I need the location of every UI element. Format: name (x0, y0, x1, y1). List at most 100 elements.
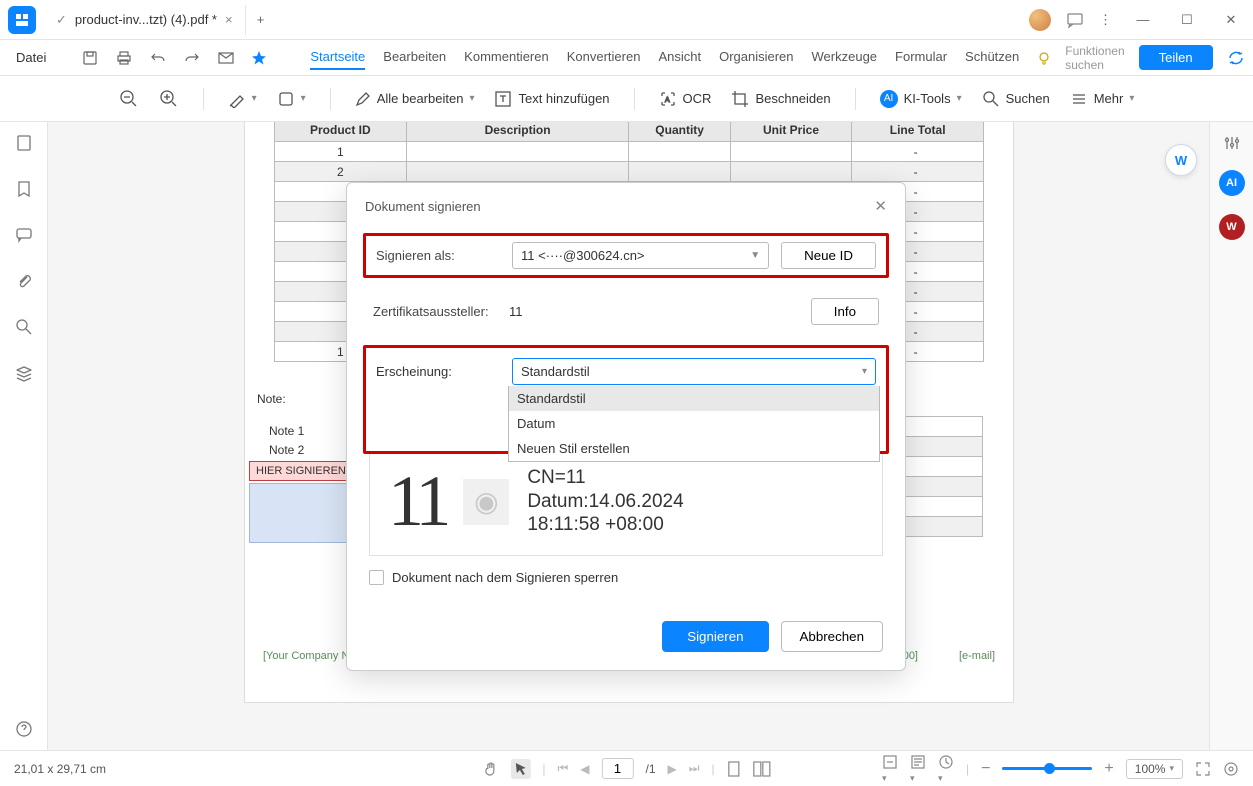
dropdown-option-datum[interactable]: Datum (509, 411, 879, 436)
issuer-label: Zertifikatsaussteller: (373, 304, 497, 319)
search-button[interactable]: Suchen (982, 90, 1050, 108)
shape-icon[interactable]: ▾ (277, 90, 306, 108)
chevron-down-icon: ▾ (862, 366, 867, 377)
zoom-slider[interactable] (1002, 767, 1092, 770)
sign-as-label: Signieren als: (376, 248, 500, 263)
tab-check-icon: ✓ (56, 12, 67, 28)
minimize-button[interactable]: — (1129, 12, 1157, 27)
zoom-in-button[interactable]: + (1104, 760, 1113, 778)
maximize-button[interactable]: ☐ (1173, 12, 1201, 28)
ribbon-tabs: Startseite Bearbeiten Kommentieren Konve… (310, 45, 1019, 70)
titlebar: ✓ product-inv...tzt) (4).pdf * × + ⋮ — ☐… (0, 0, 1253, 40)
issuer-value: 11 (509, 304, 799, 319)
add-text-button[interactable]: Text hinzufügen (494, 90, 609, 108)
ai-panel-icon[interactable]: AI (1219, 170, 1245, 196)
page-size: 21,01 x 29,71 cm (14, 762, 106, 776)
dropdown-option-standard[interactable]: Standardstil (509, 386, 879, 411)
attachments-icon[interactable] (15, 272, 33, 290)
bookmarks-icon[interactable] (15, 180, 33, 198)
document-tab[interactable]: ✓ product-inv...tzt) (4).pdf * × (44, 5, 246, 35)
sign-document-dialog: Dokument signieren ✕ Signieren als: 11 <… (346, 182, 906, 671)
ocr-button[interactable]: A OCR (659, 90, 712, 108)
close-window-button[interactable]: ✕ (1217, 12, 1245, 28)
cancel-button[interactable]: Abbrechen (781, 621, 883, 652)
page-number-input[interactable] (601, 758, 633, 779)
function-search[interactable]: Funktionen suchen (1065, 44, 1124, 72)
zoom-in-icon[interactable] (159, 89, 179, 109)
help-icon[interactable] (15, 720, 33, 738)
app-logo[interactable] (8, 6, 36, 34)
left-sidebar (0, 122, 48, 750)
redo-icon[interactable] (184, 50, 200, 66)
tab-werkzeuge[interactable]: Werkzeuge (812, 45, 878, 70)
zoom-out-icon[interactable] (119, 89, 139, 109)
settings-icon[interactable] (1223, 134, 1241, 152)
view-mode-icon[interactable]: ▾ (938, 754, 954, 784)
pin-icon[interactable] (252, 51, 266, 65)
sign-as-select[interactable]: 11 <····@300624.cn> ▼ (512, 242, 769, 269)
undo-icon[interactable] (150, 50, 166, 66)
appearance-select[interactable]: Standardstil ▾ (512, 358, 876, 385)
single-page-icon[interactable] (727, 761, 741, 777)
preview-name: 11 (388, 460, 445, 543)
crop-button[interactable]: Beschneiden (731, 90, 830, 108)
th-productid: Product ID (275, 122, 407, 142)
tab-startseite[interactable]: Startseite (310, 45, 365, 70)
select-tool-icon[interactable] (510, 759, 530, 779)
save-icon[interactable] (82, 50, 98, 66)
tab-schuetzen[interactable]: Schützen (965, 45, 1019, 70)
edit-all-button[interactable]: Alle bearbeiten ▾ (355, 91, 475, 107)
reader-icon[interactable] (1223, 761, 1239, 777)
share-button[interactable]: Teilen (1139, 45, 1213, 70)
fullscreen-icon[interactable] (1195, 761, 1211, 777)
new-id-button[interactable]: Neue ID (781, 242, 876, 269)
sync-icon[interactable] (1227, 49, 1245, 67)
tab-ansicht[interactable]: Ansicht (658, 45, 701, 70)
new-tab-button[interactable]: + (246, 12, 276, 27)
ribbon-bar: Datei Startseite Bearbeiten Kommentieren… (0, 40, 1253, 76)
th-quantity: Quantity (629, 122, 730, 142)
word-float-icon[interactable]: W (1165, 144, 1197, 176)
tab-close-button[interactable]: × (225, 12, 233, 27)
highlight-icon[interactable]: ▾ (228, 90, 257, 108)
export-panel-icon[interactable]: W (1219, 214, 1245, 240)
user-avatar[interactable] (1029, 9, 1051, 31)
two-page-icon[interactable] (753, 761, 771, 777)
bulb-icon (1037, 51, 1051, 65)
more-button[interactable]: Mehr ▾ (1070, 90, 1135, 108)
zoom-out-button[interactable]: − (981, 760, 990, 778)
dropdown-option-new[interactable]: Neuen Stil erstellen (509, 436, 879, 461)
sign-here-field[interactable]: HIER SIGNIEREN (249, 461, 353, 481)
dialog-close-button[interactable]: ✕ (874, 197, 887, 215)
tab-konvertieren[interactable]: Konvertieren (567, 45, 641, 70)
sign-button[interactable]: Signieren (662, 621, 768, 652)
email-icon[interactable] (218, 50, 234, 66)
message-icon[interactable] (1067, 12, 1083, 28)
last-page-icon[interactable]: ⏭ (689, 761, 700, 776)
tab-kommentieren[interactable]: Kommentieren (464, 45, 549, 70)
print-icon[interactable] (116, 50, 132, 66)
prev-page-icon[interactable]: ◀ (580, 762, 589, 776)
comments-icon[interactable] (15, 226, 33, 244)
thumbnails-icon[interactable] (15, 134, 33, 152)
ai-tools-button[interactable]: AI KI-Tools ▾ (880, 90, 962, 108)
kebab-menu[interactable]: ⋮ (1099, 12, 1113, 28)
search-panel-icon[interactable] (15, 318, 33, 336)
lock-checkbox[interactable] (369, 570, 384, 585)
sign-as-row: Signieren als: 11 <····@300624.cn> ▼ Neu… (363, 233, 889, 278)
first-page-icon[interactable]: ⏮ (557, 761, 568, 776)
zoom-value[interactable]: 100%▾ (1126, 759, 1183, 779)
read-mode-icon[interactable]: ▾ (910, 754, 926, 784)
next-page-icon[interactable]: ▶ (668, 762, 677, 776)
tab-formular[interactable]: Formular (895, 45, 947, 70)
info-button[interactable]: Info (811, 298, 879, 325)
fit-width-icon[interactable]: ▾ (882, 754, 898, 784)
svg-text:A: A (665, 97, 670, 104)
tab-organisieren[interactable]: Organisieren (719, 45, 793, 70)
file-menu[interactable]: Datei (16, 50, 46, 65)
hand-tool-icon[interactable] (482, 761, 498, 777)
layers-icon[interactable] (15, 364, 33, 382)
tab-bearbeiten[interactable]: Bearbeiten (383, 45, 446, 70)
signature-preview: 11 ◉ CN=11 Datum:14.06.2024 18:11:58 +08… (369, 452, 883, 556)
appearance-block: Erscheinung: Standardstil ▾ Standardstil… (363, 345, 889, 454)
